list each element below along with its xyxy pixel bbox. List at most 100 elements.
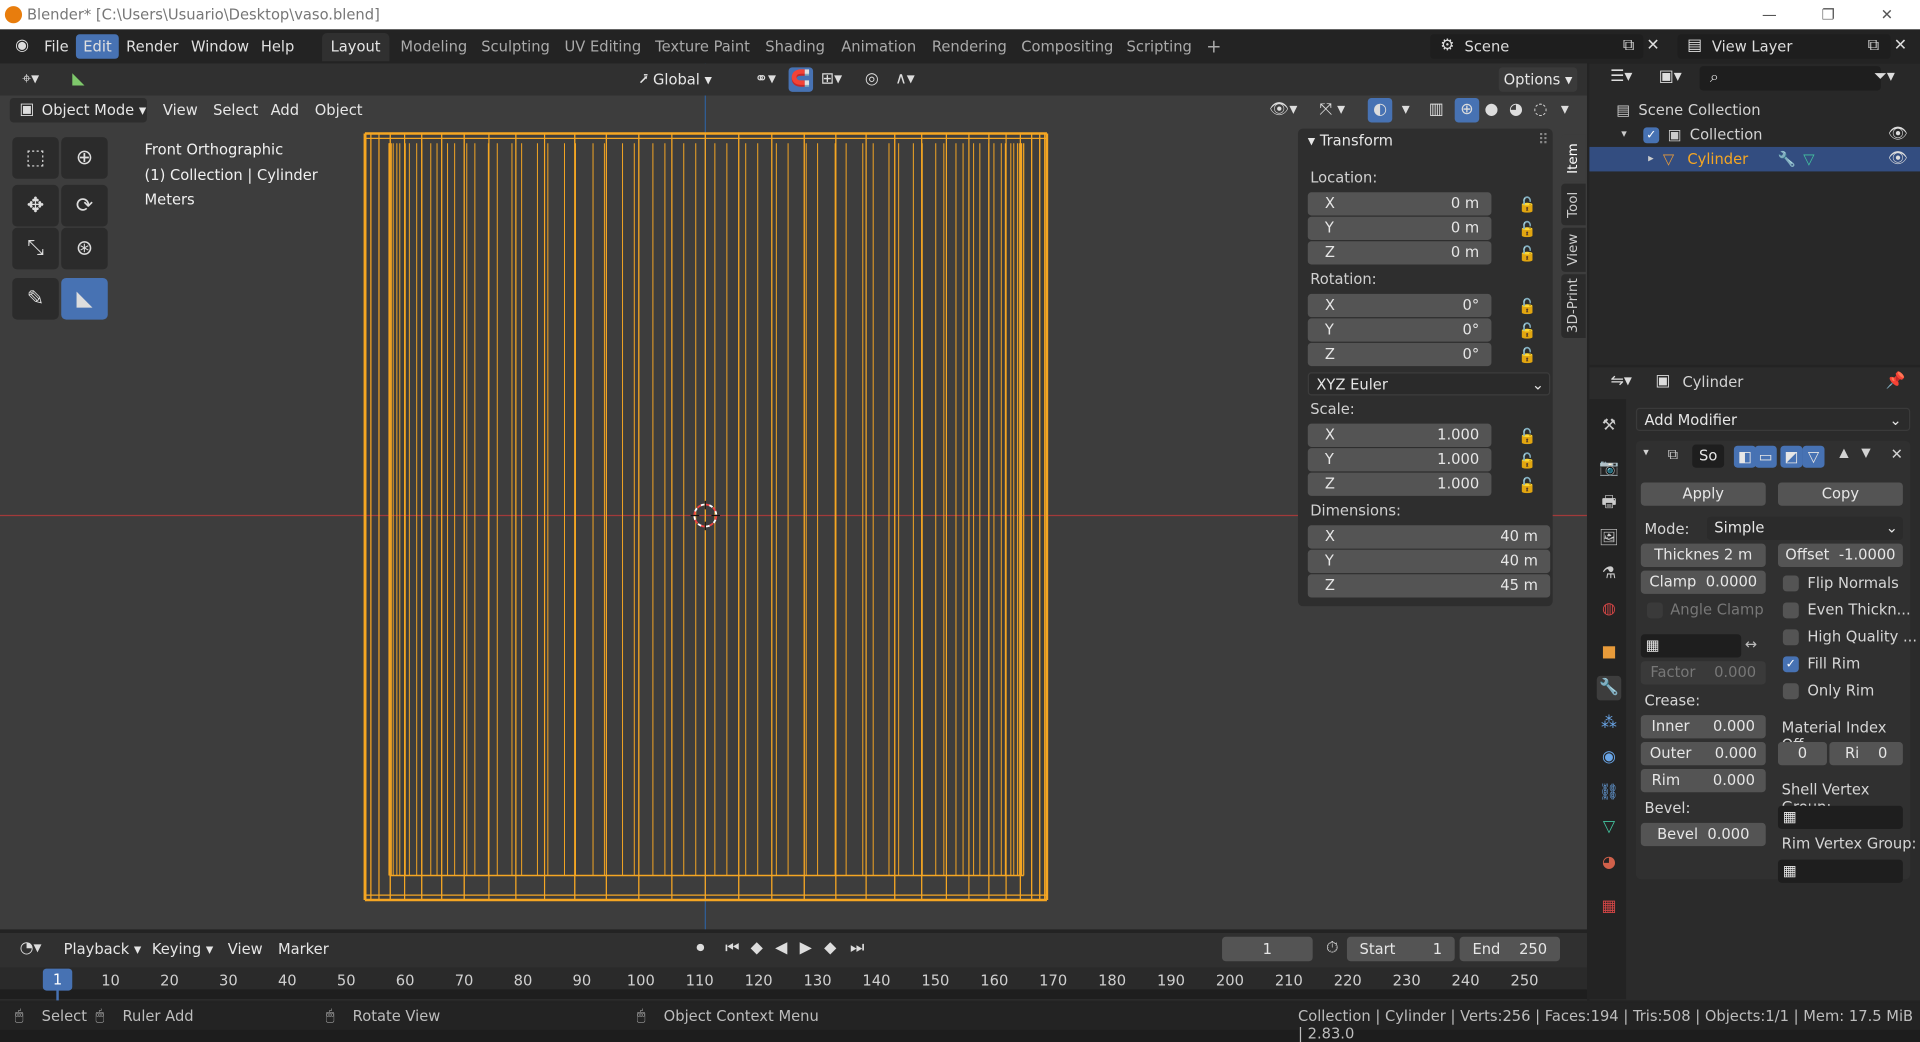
material-offset-field[interactable]: 0	[1777, 742, 1827, 766]
collection-checkbox[interactable]: ✓	[1643, 126, 1660, 143]
remove-modifier-icon[interactable]: ✕	[1891, 446, 1903, 463]
modifier-tab-icon[interactable]: 🔧	[1596, 675, 1622, 701]
remove-view-layer-icon[interactable]: ✕	[1888, 34, 1912, 58]
world-icon[interactable]: ◍	[1597, 598, 1621, 622]
offset-field[interactable]: Offset -1.0000	[1777, 543, 1903, 567]
menu-edit[interactable]: Edit	[75, 34, 120, 59]
angle-clamp-checkbox[interactable]	[1646, 602, 1663, 619]
rotation-z-field[interactable]: Z 0°	[1307, 342, 1492, 367]
dimensions-y-field[interactable]: Y 40 m	[1307, 549, 1551, 574]
viewport-menu-select[interactable]: Select	[213, 98, 258, 122]
sidebar-tab-tool[interactable]: Tool	[1561, 183, 1586, 226]
factor-field[interactable]: Factor 0.000	[1640, 661, 1766, 685]
render-toggle-icon[interactable]: ◩	[1780, 445, 1803, 468]
invert-arrows-icon[interactable]: ↔	[1745, 636, 1757, 653]
viewport-menu-view[interactable]: View	[163, 98, 198, 122]
add-workspace-icon[interactable]: +	[1198, 33, 1231, 61]
lock-icon[interactable]: 🔓	[1518, 322, 1536, 339]
stopwatch-icon[interactable]: ⏱	[1320, 937, 1344, 961]
scene-tab-icon[interactable]: ⚗	[1597, 562, 1621, 586]
thickness-field[interactable]: Thicknes 2 m	[1640, 543, 1766, 567]
options-dropdown[interactable]: Options ▾	[1498, 67, 1578, 92]
outliner-cylinder[interactable]: ▸ ▽ Cylinder 🔧 ▽	[1589, 146, 1920, 172]
constraints-icon[interactable]: ⛓	[1597, 781, 1621, 805]
falloff-icon[interactable]: ∧▾	[889, 67, 921, 91]
mesh-data-icon[interactable]: ▽	[1803, 151, 1814, 168]
tab-layout[interactable]: Layout	[322, 33, 390, 62]
pivot-point-icon[interactable]: ⚭▾	[747, 67, 784, 91]
transform-panel-header[interactable]: ▾ Transform	[1308, 132, 1393, 149]
only-rim-checkbox[interactable]	[1782, 683, 1799, 700]
outer-field[interactable]: Outer 0.000	[1640, 742, 1766, 766]
menu-window[interactable]: Window	[184, 34, 257, 58]
snap-target-icon[interactable]: ⊞▾	[816, 67, 848, 91]
shell-vertex-group-field[interactable]: ▦	[1777, 805, 1903, 829]
play-reverse-icon[interactable]: ◀	[769, 937, 793, 961]
rotation-mode-dropdown[interactable]: XYZ Euler ⌄	[1307, 372, 1551, 396]
dimensions-z-field[interactable]: Z 45 m	[1307, 574, 1551, 598]
lock-icon[interactable]: 🔓	[1518, 347, 1536, 364]
rotate-tool[interactable]: ⟳	[61, 184, 108, 227]
object-mode-dropdown[interactable]: ▣ Object Mode ▾	[9, 97, 147, 123]
viewport-menu-add[interactable]: Add	[271, 98, 299, 122]
texture-icon[interactable]: ▦	[1597, 895, 1621, 919]
expand-icon[interactable]: ▾	[1621, 129, 1643, 141]
fill-rim-checkbox[interactable]: ✓	[1782, 656, 1799, 673]
timeline-menu-keying[interactable]: Keying ▾	[152, 937, 213, 961]
editor-type-icon[interactable]: ⌖▾	[12, 67, 49, 91]
next-keyframe-icon[interactable]: ◆	[818, 937, 842, 961]
lock-icon[interactable]: 🔓	[1518, 452, 1536, 469]
menu-help[interactable]: Help	[253, 34, 301, 58]
tab-animation[interactable]: Animation	[833, 33, 925, 61]
drag-handle-icon[interactable]: ⠿	[1538, 131, 1549, 148]
tab-modeling[interactable]: Modeling	[392, 33, 476, 61]
lock-icon[interactable]: 🔓	[1518, 196, 1536, 213]
jump-start-icon[interactable]: ⏮	[720, 937, 744, 961]
current-frame-field[interactable]: 1	[1222, 936, 1313, 962]
transform-orientation-dropdown[interactable]: ⭷ Global ▾	[639, 67, 735, 91]
scene-selector[interactable]: ⚙ Scene	[1430, 34, 1644, 59]
timeline-editor-icon[interactable]: ◔▾	[12, 937, 49, 961]
mode-dropdown[interactable]: Simple ⌄	[1706, 516, 1903, 541]
move-tool[interactable]: ✥	[12, 184, 59, 227]
timeline-menu-view[interactable]: View	[228, 937, 263, 961]
apply-button[interactable]: Apply	[1640, 482, 1766, 506]
measure-tool[interactable]: ◣	[61, 277, 108, 320]
rendered-shading-icon[interactable]: ◌	[1528, 98, 1552, 122]
gizmo-icon[interactable]: ⤧ ▾	[1310, 98, 1354, 122]
collection-eye-icon[interactable]: 👁	[1886, 122, 1910, 146]
render-icon[interactable]: 📷	[1597, 457, 1621, 481]
move-down-icon[interactable]: ▼	[1861, 447, 1870, 460]
xray-icon[interactable]: ▥	[1424, 98, 1448, 122]
visibility-icon[interactable]: 👁▾	[1267, 98, 1299, 122]
overlays-icon[interactable]: ◐	[1367, 97, 1393, 123]
dimensions-x-field[interactable]: X 40 m	[1307, 525, 1551, 549]
end-frame-field[interactable]: End 250	[1459, 936, 1561, 962]
scale-tool[interactable]: ⤡	[12, 227, 59, 270]
select-box-tool[interactable]: ⬚	[12, 137, 59, 179]
viewport-toggle-icon[interactable]: ▭	[1754, 445, 1777, 468]
filter-icon[interactable]: ⏷▾	[1866, 65, 1903, 89]
timeline-scrollbar[interactable]	[0, 989, 1587, 1000]
outliner-search-input[interactable]: ⌕	[1699, 66, 1881, 91]
sidebar-tab-3d-print[interactable]: 3D-Print	[1561, 274, 1586, 338]
view-layer-tab-icon[interactable]: 🖼	[1597, 527, 1621, 551]
sidebar-tab-item[interactable]: Item	[1561, 134, 1586, 182]
object-tab-icon[interactable]: ■	[1597, 640, 1621, 664]
blender-menu-icon[interactable]: ◉	[10, 34, 34, 58]
record-icon[interactable]: ⏺	[688, 937, 712, 961]
tool-settings-icon[interactable]: ⚒	[1597, 414, 1621, 438]
physics-icon[interactable]: ◉	[1597, 746, 1621, 770]
wireframe-shading-icon[interactable]: ⊕	[1454, 97, 1480, 123]
bevel-field[interactable]: Bevel 0.000	[1640, 822, 1766, 847]
cylinder-eye-icon[interactable]: 👁	[1886, 147, 1910, 171]
location-z-field[interactable]: Z0 m	[1307, 241, 1492, 265]
vertex-group-field[interactable]: ▦	[1640, 634, 1742, 658]
editmode-toggle-icon[interactable]: ◧	[1733, 445, 1756, 468]
location-y-field[interactable]: Y0 m	[1307, 216, 1492, 241]
clamp-field[interactable]: Clamp 0.0000	[1640, 570, 1766, 594]
play-icon[interactable]: ▶	[793, 937, 817, 961]
tab-compositing[interactable]: Compositing	[1013, 33, 1122, 61]
tab-uv-editing[interactable]: UV Editing	[556, 33, 650, 61]
flip-normals-checkbox[interactable]	[1782, 575, 1799, 592]
